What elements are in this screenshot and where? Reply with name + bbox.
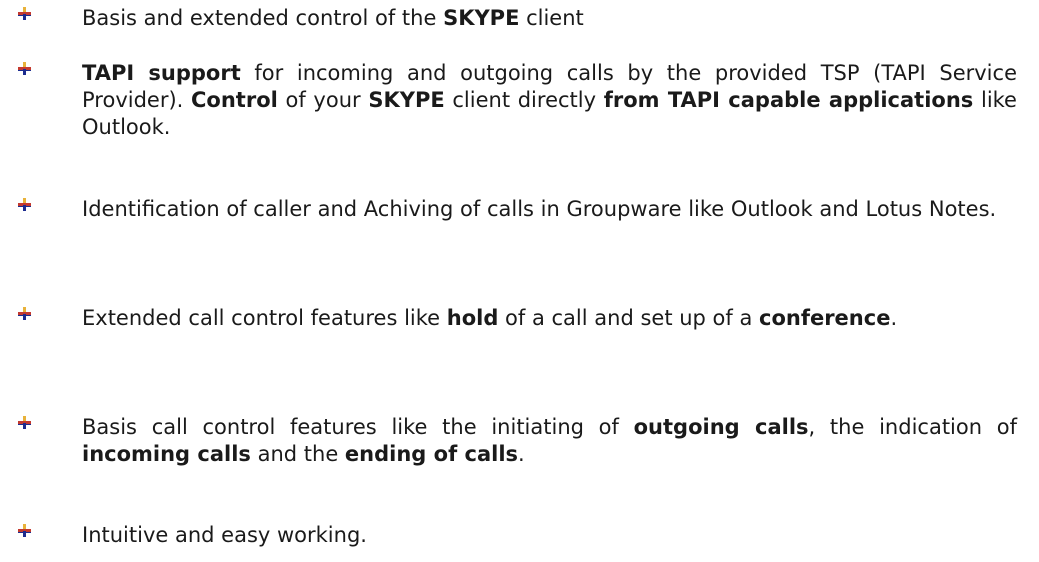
cross-bullet-icon bbox=[18, 7, 31, 20]
feature-text-segment: , the indication of bbox=[808, 415, 1017, 439]
feature-text-segment: Extended call control features like bbox=[82, 306, 447, 330]
cross-bullet-icon bbox=[18, 416, 31, 429]
feature-text-bold-segment: incoming calls bbox=[82, 442, 251, 466]
feature-text-segment: Identification of caller and Achiving of… bbox=[82, 197, 997, 221]
feature-text-bold-segment: SKYPE bbox=[368, 88, 445, 112]
feature-text-bold-segment: hold bbox=[446, 306, 499, 330]
cross-bullet-icon bbox=[18, 524, 31, 537]
feature-text: Basis call control features like the ini… bbox=[82, 414, 1017, 468]
feature-text-bold-segment: conference bbox=[759, 306, 891, 330]
feature-text-segment: . bbox=[890, 306, 898, 330]
cross-bullet-icon bbox=[18, 198, 31, 211]
feature-text-segment: and the bbox=[250, 442, 345, 466]
feature-text: Intuitive and easy working. bbox=[82, 522, 1017, 549]
feature-text-bold-segment: ending of calls bbox=[344, 442, 519, 466]
feature-text: TAPI support for incoming and outgoing c… bbox=[82, 60, 1017, 141]
feature-text: Identification of caller and Achiving of… bbox=[82, 196, 1017, 223]
feature-text-bold-segment: from TAPI capable applications bbox=[603, 88, 974, 112]
feature-text-bold-segment: Control bbox=[191, 88, 278, 112]
feature-text: Extended call control features like hold… bbox=[82, 305, 1017, 332]
feature-text-segment: of a call and set up of a bbox=[498, 306, 759, 330]
feature-text: Basis and extended control of the SKYPE … bbox=[82, 5, 1017, 32]
feature-text-bold-segment: TAPI support bbox=[82, 61, 241, 85]
feature-text-segment: Basis and extended control of the bbox=[82, 6, 444, 30]
feature-text-segment: client directly bbox=[444, 88, 604, 112]
cross-bullet-icon bbox=[18, 307, 31, 320]
cross-bullet-icon bbox=[18, 62, 31, 75]
feature-text-segment: . bbox=[518, 442, 525, 466]
feature-text-segment: Basis call control features like the ini… bbox=[82, 415, 634, 439]
feature-text-segment: of your bbox=[277, 88, 369, 112]
feature-text-bold-segment: SKYPE bbox=[443, 6, 520, 30]
feature-text-segment: client bbox=[519, 6, 584, 30]
feature-text-bold-segment: outgoing calls bbox=[633, 415, 809, 439]
feature-text-segment: Intuitive and easy working. bbox=[82, 523, 367, 547]
